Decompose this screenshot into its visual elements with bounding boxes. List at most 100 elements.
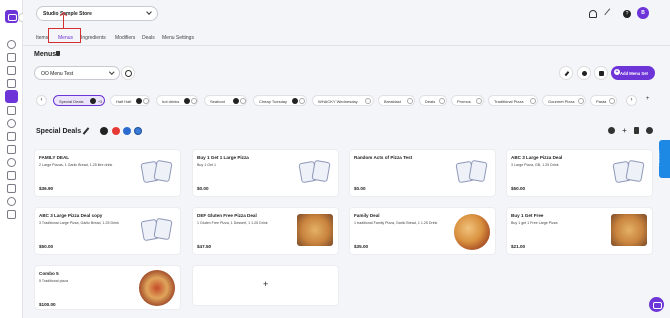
pencil-icon — [564, 71, 570, 76]
store-selector[interactable]: Studio Sample Store — [36, 6, 158, 21]
annotation-highlight-box — [48, 28, 81, 43]
sidebar — [0, 0, 27, 318]
category-bar: ‹ Special Deals +3 Half Half hot drinks … — [23, 94, 670, 108]
item-card[interactable]: ABC 3 Large Pizza Deal copy 3 Traditiona… — [34, 207, 181, 255]
add-item-card[interactable]: + — [192, 265, 339, 306]
item-price: $35.00 — [354, 244, 369, 249]
annotation-arrow-icon — [63, 15, 65, 28]
edit-menu-button[interactable] — [559, 66, 573, 80]
logo-icon[interactable] — [5, 10, 18, 23]
marketing-icon[interactable] — [7, 119, 16, 128]
chevron-left-icon[interactable]: ‹ — [36, 95, 47, 106]
eye-icon — [233, 98, 239, 104]
category-chip[interactable]: WHACKY Wednesday — [312, 95, 374, 106]
settings-icon[interactable] — [7, 197, 16, 206]
orders-icon[interactable] — [7, 66, 16, 75]
category-chip[interactable]: Special Deals +3 — [53, 95, 105, 106]
bell-icon[interactable] — [589, 10, 597, 18]
item-card[interactable]: Buy 1 Get Free Buy 1 get 1 Free Large Pi… — [506, 207, 653, 255]
staff-icon[interactable] — [7, 171, 16, 180]
delivery-icon[interactable] — [7, 145, 16, 154]
item-name: Buy 1 Get Free — [511, 213, 544, 218]
add-icon — [578, 98, 584, 104]
category-chip[interactable]: Breakfast — [378, 95, 415, 106]
add-menu-set-button[interactable]: Add Menu Set — [611, 66, 655, 80]
feedback-label: Feedback — [656, 150, 661, 166]
item-price: $21.00 — [511, 244, 526, 249]
feedback-tab[interactable]: Feedback — [656, 140, 670, 178]
avatar[interactable]: B — [637, 7, 649, 19]
add-icon — [299, 98, 305, 104]
settings-icon[interactable] — [608, 127, 615, 134]
item-description: Buy 1 get 1 Free Large Pizza — [511, 221, 558, 225]
help-icon[interactable]: ? — [623, 10, 631, 18]
copy-icon — [599, 71, 604, 76]
add-icon[interactable]: + — [621, 127, 628, 135]
store-name: Studio Sample Store — [43, 11, 92, 17]
visibility-icon[interactable] — [100, 127, 108, 135]
loyalty-icon[interactable] — [7, 158, 16, 167]
item-card[interactable]: Family Deal 1 traditional Family Pizza, … — [349, 207, 496, 255]
trash-icon[interactable] — [56, 51, 60, 56]
tab-menu-settings[interactable]: Menu Settings — [162, 35, 194, 41]
trash-icon[interactable] — [634, 127, 639, 134]
item-card[interactable]: FAMILY DEAL 2 Large Pizzas, 1 Garlic Bre… — [34, 149, 181, 197]
search-icon[interactable] — [7, 40, 16, 49]
add-icon — [240, 98, 246, 104]
category-chip[interactable]: Promos — [451, 95, 484, 106]
item-price: $0.00 — [354, 186, 366, 191]
channel-icon[interactable] — [123, 127, 131, 135]
schedule-button[interactable] — [577, 66, 591, 80]
chat-icon[interactable] — [649, 297, 664, 312]
image-placeholder-icon — [140, 216, 174, 244]
category-chip[interactable]: Cheap Tuesday — [253, 95, 307, 106]
section-title: Special Deals — [36, 128, 82, 135]
item-card[interactable]: Random Acts of Pizza Test $0.00 — [349, 149, 496, 197]
channel-icon[interactable] — [134, 127, 142, 135]
dashboard-icon[interactable] — [7, 53, 16, 62]
tab-modifiers[interactable]: Modifiers — [115, 35, 135, 41]
item-name: DEF Gluten Free Pizza Deal — [197, 213, 257, 218]
item-name: ABC 3 Large Pizza Deal — [511, 155, 563, 160]
integrations-icon[interactable] — [7, 184, 16, 193]
item-description: 3 Traditional Large Pizza, Garlic Bread,… — [39, 221, 119, 225]
top-bar: Studio Sample Store ? B — [23, 0, 670, 30]
tab-ingredients[interactable]: Ingredients — [81, 35, 106, 41]
add-icon — [530, 98, 536, 104]
chevron-right-icon[interactable]: › — [626, 95, 637, 106]
item-name: Random Acts of Pizza Test — [354, 155, 413, 160]
item-card[interactable]: Combo 5 5 Traditional pizza $100.00 — [34, 265, 181, 310]
category-chip[interactable]: Traditional Pizza — [488, 95, 538, 106]
category-chip[interactable]: Deals — [419, 95, 447, 106]
tab-deals[interactable]: Deals — [142, 35, 155, 41]
customers-icon[interactable] — [7, 106, 16, 115]
add-icon — [407, 98, 413, 104]
add-icon — [476, 98, 482, 104]
copy-button[interactable] — [594, 66, 608, 80]
doordash-icon[interactable] — [112, 127, 120, 135]
item-name: FAMILY DEAL — [39, 155, 70, 160]
add-category-icon[interactable]: + — [642, 95, 653, 106]
category-chip[interactable]: Pasta — [590, 95, 617, 106]
magic-wand-icon[interactable] — [604, 8, 616, 20]
category-chip[interactable]: hot drinks — [156, 95, 198, 106]
item-name: Buy 1 Get 1 Large Pizza — [197, 155, 249, 160]
item-name: ABC 3 Large Pizza Deal copy — [39, 213, 103, 218]
pencil-icon[interactable] — [82, 127, 90, 135]
help-icon[interactable] — [7, 210, 16, 219]
item-card[interactable]: Buy 1 Get 1 Large Pizza Buy 1 Get 1 $0.0… — [192, 149, 339, 197]
menu-selector[interactable]: OO Menu Test — [34, 66, 120, 80]
tab-items[interactable]: Items — [36, 35, 48, 41]
tab-bar: Items Menus Ingredients Modifiers Deals … — [23, 31, 670, 46]
eye-icon — [184, 98, 190, 104]
reports-icon[interactable] — [7, 79, 16, 88]
category-chip[interactable]: Half Half — [110, 95, 150, 106]
search-button[interactable] — [121, 66, 135, 80]
promotions-icon[interactable] — [7, 132, 16, 141]
item-card[interactable]: DEF Gluten Free Pizza Deal 1 Gluten Free… — [192, 207, 339, 255]
more-icon[interactable] — [646, 127, 653, 134]
menu-icon[interactable] — [5, 90, 18, 103]
category-chip[interactable]: Seafood — [204, 95, 247, 106]
category-chip[interactable]: Gourmet Pizza — [542, 95, 586, 106]
item-card[interactable]: ABC 3 Large Pizza Deal 3 Large Pizza, GB… — [506, 149, 653, 197]
